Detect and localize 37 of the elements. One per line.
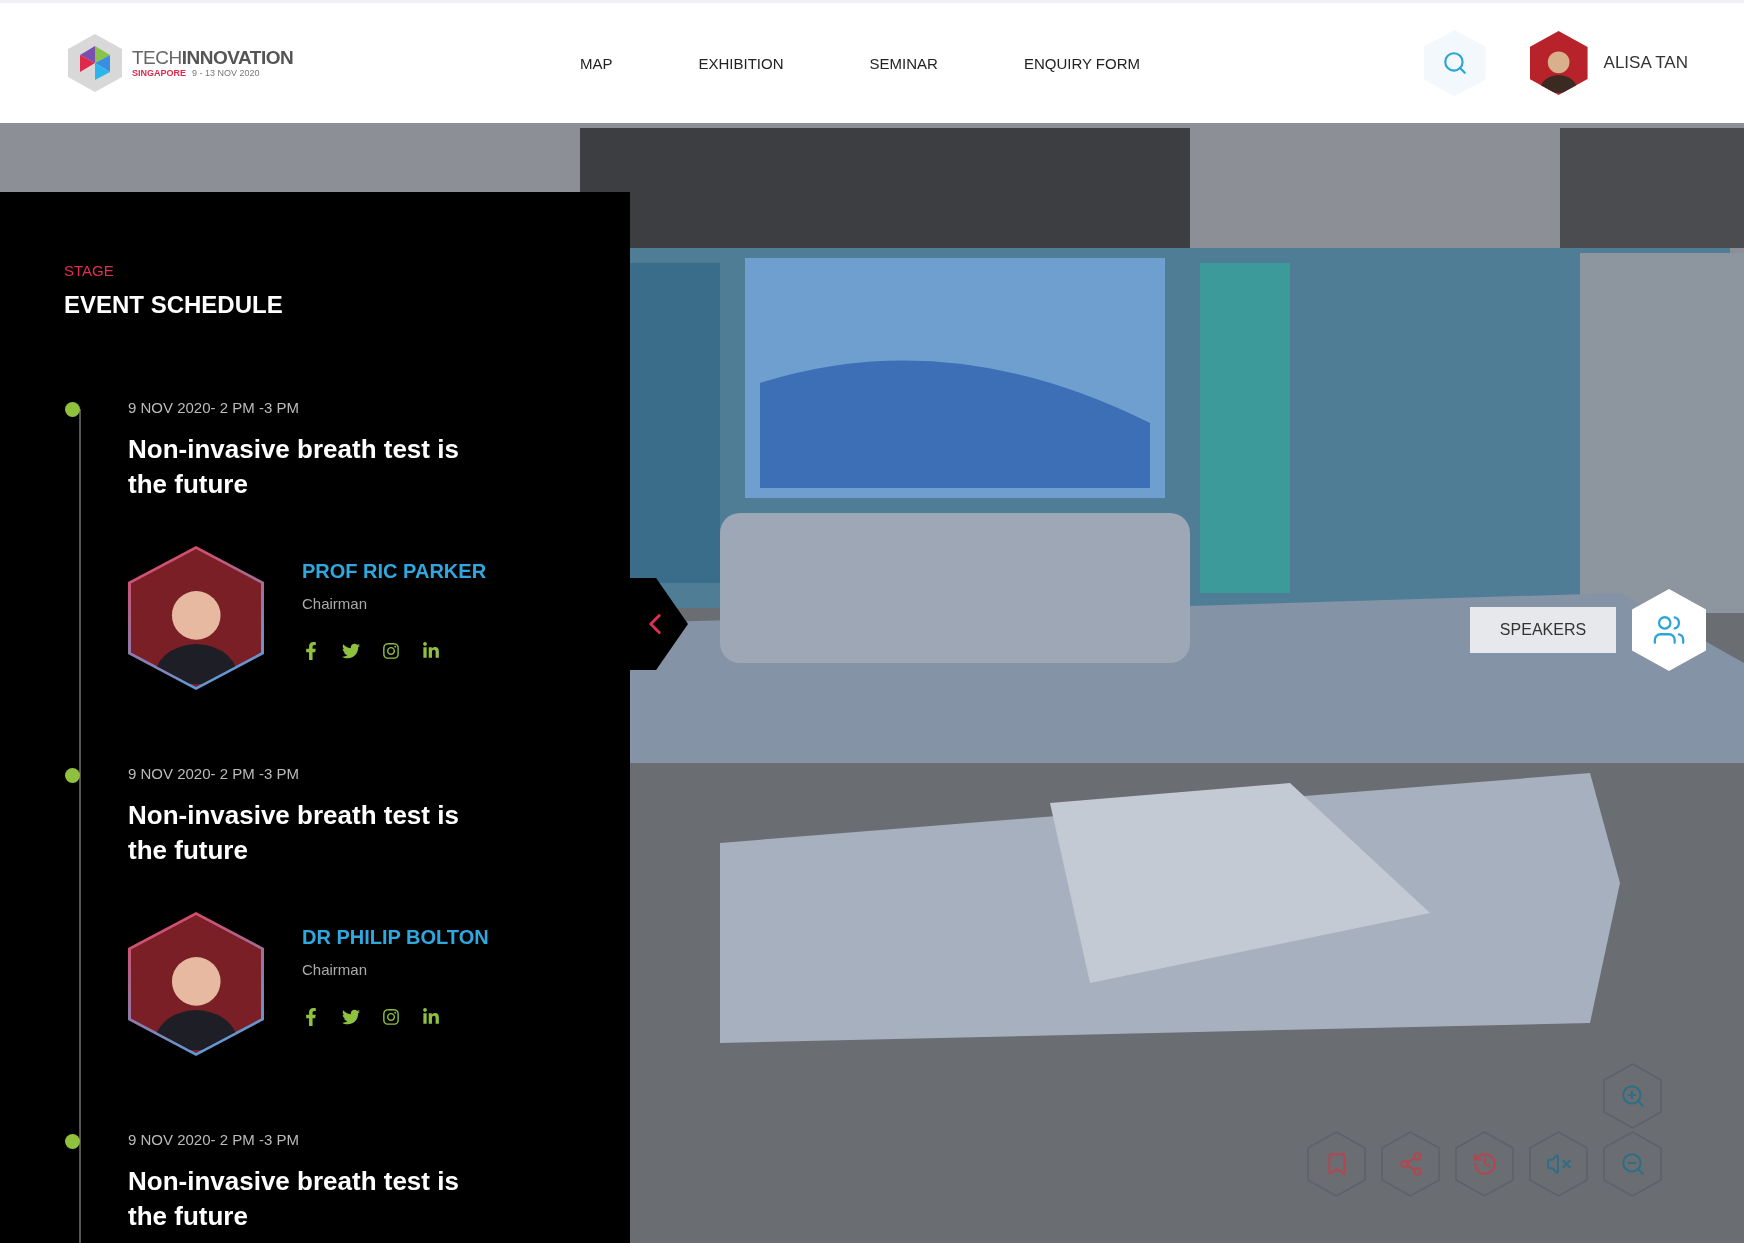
speaker-role: Chairman [302, 961, 369, 978]
nav-link[interactable]: SEMINAR [869, 54, 938, 72]
event-title: Non-invasive breath test is the future [128, 433, 460, 501]
speaker-role: Chairman [302, 595, 369, 612]
logo-title: TECHINNOVATION [132, 48, 294, 67]
history-icon [1471, 1151, 1498, 1177]
share-icon [1397, 1151, 1424, 1177]
nav-link[interactable]: MAP [580, 54, 613, 72]
zoom-out-icon [1619, 1151, 1646, 1177]
event-date: 9 NOV 2020- 2 PM -3 PM [128, 399, 300, 416]
user-name: ALISA TAN [1603, 53, 1688, 73]
nav-link[interactable]: ENQUIRY FORM [1023, 54, 1140, 72]
event-title: Non-invasive breath test is the future [128, 1165, 460, 1233]
logo-location: SINGAPORE [132, 69, 186, 78]
speaker-name[interactable]: PROF RIC PARKER [302, 560, 487, 583]
instagram-icon[interactable] [382, 642, 400, 660]
timeline-dot [64, 1134, 80, 1149]
instagram-icon[interactable] [382, 1008, 400, 1026]
logo-dates: 9 - 13 NOV 2020 [192, 69, 260, 78]
twitter-icon[interactable] [342, 642, 360, 660]
linkedin-icon[interactable] [422, 642, 440, 660]
panel-title: EVENT SCHEDULE [64, 291, 284, 319]
speakers-button[interactable]: SPEAKERS [1470, 607, 1616, 653]
zoom-in-icon [1619, 1083, 1646, 1109]
speaker-name[interactable]: DR PHILIP BOLTON [302, 926, 489, 949]
timeline-dot [64, 768, 80, 783]
twitter-icon[interactable] [342, 1008, 360, 1026]
timeline-dot [64, 402, 80, 417]
event-title: Non-invasive breath test is the future [128, 799, 460, 867]
people-icon [1652, 613, 1686, 647]
search-icon [1441, 50, 1468, 76]
nav-link[interactable]: EXHIBITION [698, 54, 784, 72]
linkedin-icon[interactable] [422, 1008, 440, 1026]
event-date: 9 NOV 2020- 2 PM -3 PM [128, 765, 300, 782]
mute-icon [1545, 1151, 1572, 1177]
panel-eyebrow: STAGE [64, 262, 115, 279]
event-date: 9 NOV 2020- 2 PM -3 PM [128, 1131, 300, 1148]
